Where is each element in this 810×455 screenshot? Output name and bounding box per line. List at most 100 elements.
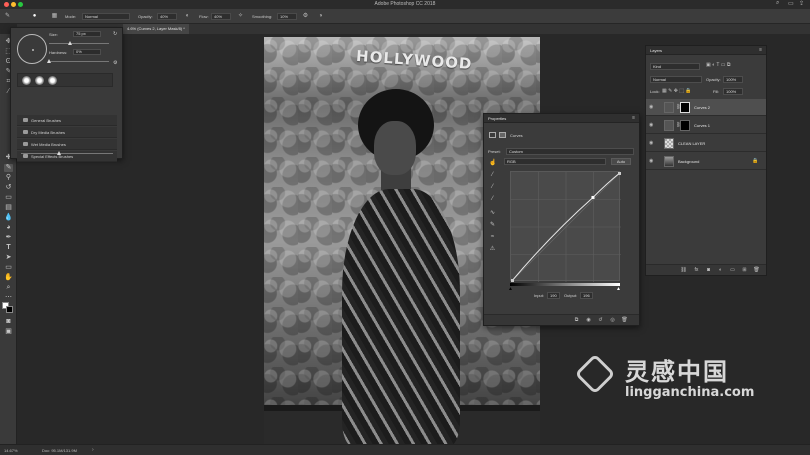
curves-graph[interactable]: [510, 171, 621, 282]
new-layer-icon[interactable]: ⊞: [741, 267, 748, 274]
pressure-size-icon[interactable]: ◑: [317, 13, 324, 20]
screen-mode-icon[interactable]: ▣: [4, 328, 13, 336]
pressure-opacity-icon[interactable]: ◐: [184, 13, 191, 20]
layer-filter-select[interactable]: Kind: [650, 63, 700, 70]
blur-tool-icon[interactable]: 💧: [4, 214, 13, 222]
gradient-tool-icon[interactable]: ▤: [4, 204, 13, 212]
recent-brush-2[interactable]: [35, 76, 44, 85]
layer-fill-field[interactable]: 100%: [723, 88, 743, 95]
layer-mask-thumb[interactable]: [680, 102, 690, 113]
layers-panel-header[interactable]: Layers ≡: [646, 46, 766, 55]
eraser-tool-icon[interactable]: ▭: [4, 194, 13, 202]
share-icon[interactable]: ⇪: [799, 0, 804, 7]
search-icon[interactable]: ⌕: [776, 0, 779, 7]
preview-size-slider[interactable]: [21, 153, 113, 154]
brush-hardness-slider[interactable]: [49, 61, 109, 62]
layer-row[interactable]: ◉ ⛓ Curves 2: [646, 99, 766, 116]
path-select-tool-icon[interactable]: ➤: [4, 254, 13, 262]
type-tool-icon[interactable]: T: [4, 244, 13, 252]
pen-tool-icon[interactable]: ✒: [4, 234, 13, 242]
layer-row[interactable]: ◉ ⛓ Curves 1: [646, 117, 766, 134]
document-size[interactable]: Doc: 95.1M/131.9M: [42, 448, 77, 453]
brush-tool-icon[interactable]: ✎: [4, 13, 11, 20]
filter-pixel-icon[interactable]: ▣ ◐ T ▭ ⧉: [706, 62, 730, 68]
output-value-field[interactable]: 196: [580, 292, 593, 299]
layer-style-icon[interactable]: fx: [693, 267, 700, 274]
brush-size-preview-icon[interactable]: ●: [31, 13, 38, 20]
brush-angle-handle[interactable]: [32, 49, 34, 51]
background-layer-thumb[interactable]: [664, 156, 674, 167]
brush-folder[interactable]: Dry Media Brushes: [17, 127, 117, 138]
white-input-slider-icon[interactable]: ▲: [616, 286, 621, 292]
more-tools-icon[interactable]: ⋯: [4, 294, 13, 302]
visibility-icon[interactable]: ◎: [609, 317, 616, 324]
reset-icon[interactable]: ↺: [597, 317, 604, 324]
zoom-level[interactable]: 14.67%: [4, 448, 18, 453]
background-color-swatch[interactable]: [6, 306, 13, 313]
black-input-slider-icon[interactable]: ▲: [508, 286, 513, 292]
target-adjust-icon[interactable]: ☝: [489, 159, 496, 166]
status-arrow-icon[interactable]: ›: [92, 447, 94, 453]
panel-gear-icon[interactable]: ⚙: [113, 60, 117, 66]
quick-mask-icon[interactable]: ◙: [4, 318, 13, 326]
reset-angle-icon[interactable]: ↻: [113, 31, 117, 37]
layer-name[interactable]: Curves 2: [694, 105, 710, 110]
properties-panel-header[interactable]: Properties ≡: [484, 114, 639, 123]
curve-control-point[interactable]: [591, 195, 595, 199]
brush-size-slider-knob[interactable]: [68, 41, 72, 45]
smooth-curve-icon[interactable]: ≈: [489, 234, 496, 241]
brush-angle-preview[interactable]: [17, 34, 47, 64]
add-mask-icon[interactable]: ◙: [705, 267, 712, 274]
brush-hardness-field[interactable]: 0%: [73, 49, 101, 55]
curves-adjustment-thumb[interactable]: [664, 120, 674, 131]
layers-menu-icon[interactable]: ≡: [759, 47, 762, 53]
brush-tool-active-icon[interactable]: ✎: [4, 164, 13, 172]
curves-adjustment-thumb[interactable]: [664, 102, 674, 113]
new-group-icon[interactable]: ▭: [729, 267, 736, 274]
channel-select[interactable]: RGB: [504, 158, 606, 165]
visibility-eye-icon[interactable]: ◉: [649, 122, 655, 128]
layer-row[interactable]: ◉ Background 🔒: [646, 153, 766, 170]
visibility-eye-icon[interactable]: ◉: [649, 104, 655, 110]
delete-adjustment-icon[interactable]: 🗑: [621, 317, 628, 324]
curve-control-point[interactable]: [618, 172, 621, 175]
workspace-icon[interactable]: ▭: [788, 0, 794, 7]
dodge-tool-icon[interactable]: ◕: [4, 224, 13, 232]
gray-point-eyedropper-icon[interactable]: ⁄: [489, 184, 496, 191]
layer-name[interactable]: CLEAN LAYER: [678, 141, 705, 146]
curve-point-tool-icon[interactable]: ∿: [489, 210, 496, 217]
flow-field[interactable]: 40%: [211, 13, 231, 20]
curve-control-point[interactable]: [511, 279, 514, 282]
recent-brush-1[interactable]: [22, 76, 31, 85]
auto-button[interactable]: Auto: [611, 158, 631, 165]
layer-name[interactable]: Background: [678, 159, 699, 164]
hand-tool-icon[interactable]: ✋: [4, 274, 13, 282]
brush-size-slider[interactable]: [49, 43, 109, 44]
brush-folder[interactable]: Wet Media Brushes: [17, 139, 117, 150]
preset-select[interactable]: Custom: [506, 148, 634, 155]
layer-row[interactable]: ◉ CLEAN LAYER: [646, 135, 766, 152]
brush-hardness-slider-knob[interactable]: [47, 59, 51, 63]
panel-menu-icon[interactable]: ≡: [632, 115, 635, 121]
pencil-draw-icon[interactable]: ✎: [489, 222, 496, 229]
view-previous-icon[interactable]: ◉: [585, 317, 592, 324]
shape-tool-icon[interactable]: ▭: [4, 264, 13, 272]
smoothing-field[interactable]: 10%: [277, 13, 297, 20]
new-adjustment-icon[interactable]: ◐: [717, 267, 724, 274]
history-brush-tool-icon[interactable]: ↺: [4, 184, 13, 192]
clip-to-layer-icon[interactable]: ⧉: [573, 317, 580, 324]
layer-mask-thumb[interactable]: [680, 120, 690, 131]
opacity-field[interactable]: 40%: [157, 13, 177, 20]
brush-settings-icon[interactable]: ▦: [51, 13, 58, 20]
mode-select[interactable]: Normal: [82, 13, 130, 20]
delete-layer-icon[interactable]: 🗑: [753, 267, 760, 274]
brush-folder[interactable]: General Brushes: [17, 115, 117, 126]
layer-thumb[interactable]: [664, 138, 674, 149]
airbrush-icon[interactable]: ✧: [237, 13, 244, 20]
layer-opacity-field[interactable]: 100%: [723, 76, 743, 83]
clipping-warning-icon[interactable]: ⚠: [489, 246, 496, 253]
brush-size-field[interactable]: 75 px: [73, 31, 101, 37]
layer-name[interactable]: Curves 1: [694, 123, 710, 128]
white-point-eyedropper-icon[interactable]: ⁄: [489, 196, 496, 203]
preview-size-slider-knob[interactable]: [57, 151, 61, 155]
